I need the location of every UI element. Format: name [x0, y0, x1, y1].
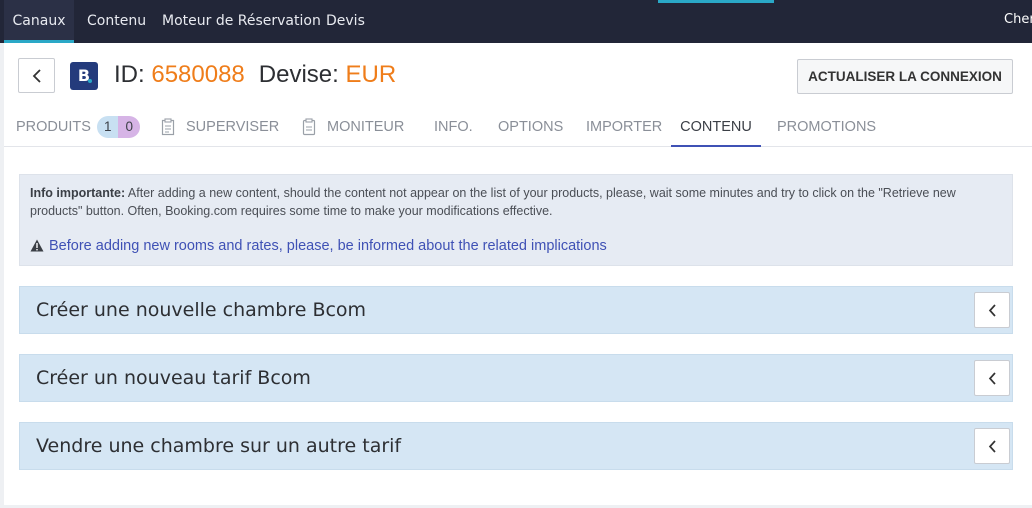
panel-toggle-button[interactable] — [974, 360, 1010, 396]
panel-toggle-button[interactable] — [974, 428, 1010, 464]
badge-count-b: 0 — [118, 116, 140, 139]
clipboard-list-icon — [161, 118, 175, 136]
produits-badges: 10 — [96, 116, 140, 139]
chevron-left-icon — [988, 371, 996, 385]
warning-icon — [30, 239, 44, 252]
tab-contenu[interactable]: CONTENU — [671, 107, 761, 147]
panel-new-rate[interactable]: Créer un nouveau tarif Bcom — [19, 354, 1013, 402]
tab-promotions[interactable]: PROMOTIONS — [777, 107, 876, 147]
implications-link-text: Before adding new rooms and rates, pleas… — [49, 238, 607, 254]
clipboard-icon — [302, 118, 316, 136]
info-bold-label: Info importante: — [30, 186, 126, 200]
tab-moniteur[interactable]: MONITEUR — [301, 107, 404, 147]
panel-sell-room-other-rate[interactable]: Vendre une chambre sur un autre tarif — [19, 422, 1013, 470]
refresh-connection-button[interactable]: ACTUALISER LA CONNEXION — [797, 59, 1013, 94]
tab-produits[interactable]: PRODUITS 10 — [16, 107, 140, 147]
tab-superviser-label: SUPERVISER — [186, 119, 280, 135]
info-body: After adding a new content, should the c… — [30, 186, 956, 218]
chevron-left-icon — [988, 439, 996, 453]
logo-dot — [88, 79, 92, 83]
id-label: ID: — [114, 61, 145, 88]
tab-info[interactable]: INFO. — [434, 107, 473, 147]
nav-item-contenu[interactable]: Contenu — [87, 0, 146, 43]
tab-produits-label: PRODUITS — [16, 119, 91, 135]
channel-card: B ID: 6580088 Devise: EUR ACTUALISER LA C… — [4, 43, 1032, 505]
top-navigation: Canaux Contenu Moteur de Réservation Dev… — [0, 0, 1032, 43]
nav-item-canaux[interactable]: Canaux — [4, 0, 74, 43]
panel-toggle-button[interactable] — [974, 292, 1010, 328]
id-value: 6580088 — [151, 61, 245, 88]
search-fragment[interactable]: Cher — [1004, 0, 1032, 43]
page-title: ID: 6580088 Devise: EUR — [114, 59, 396, 91]
loading-bar — [658, 0, 774, 3]
nav-item-devis[interactable]: Devis — [326, 0, 365, 43]
booking-logo: B — [70, 62, 98, 90]
panel-title: Créer une nouvelle chambre Bcom — [36, 299, 367, 321]
chevron-left-icon — [988, 303, 996, 317]
currency-value: EUR — [345, 61, 397, 88]
tab-importer[interactable]: IMPORTER — [586, 107, 662, 147]
currency-label: Devise: — [258, 61, 339, 88]
nav-item-moteur-reservation[interactable]: Moteur de Réservation — [162, 0, 321, 43]
tab-superviser[interactable]: SUPERVISER — [160, 107, 279, 147]
panel-title: Vendre une chambre sur un autre tarif — [36, 435, 402, 457]
tab-bar: PRODUITS 10 SUPERVISER MONITEUR INFO. OP… — [4, 107, 1032, 147]
panel-title: Créer un nouveau tarif Bcom — [36, 367, 311, 389]
tab-options[interactable]: OPTIONS — [498, 107, 563, 147]
badge-count-a: 1 — [96, 116, 119, 139]
info-text: Info importante: After adding a new cont… — [30, 184, 1002, 220]
tab-moniteur-label: MONITEUR — [327, 119, 405, 135]
chevron-left-icon — [32, 68, 41, 83]
implications-link[interactable]: Before adding new rooms and rates, pleas… — [30, 237, 607, 255]
back-button[interactable] — [18, 58, 55, 93]
important-info-box: Info importante: After adding a new cont… — [19, 174, 1013, 266]
panel-new-room[interactable]: Créer une nouvelle chambre Bcom — [19, 286, 1013, 334]
